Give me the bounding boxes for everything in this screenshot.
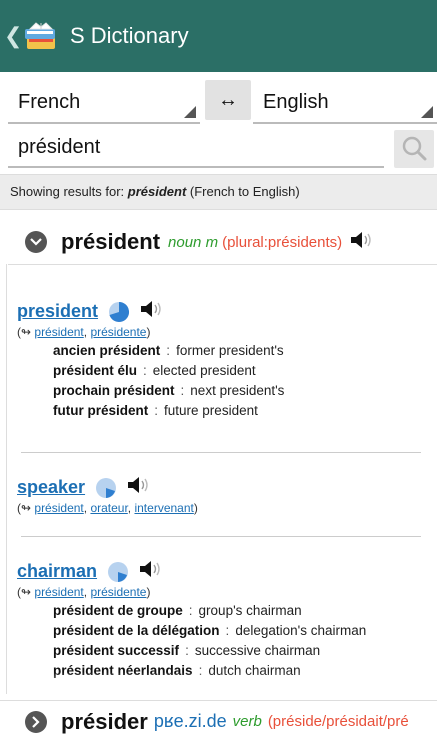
example-line: président successif: successive chairman [53, 643, 321, 658]
next-entry-pronunciation: pʁe.zi.de [153, 711, 227, 731]
translation-word[interactable]: president [17, 301, 98, 322]
scroll-fade [7, 672, 433, 694]
frequency-pie-icon [108, 301, 130, 323]
dropdown-triangle-icon [184, 106, 196, 118]
translation-item: president (↬ président, présidente) anci… [17, 300, 417, 419]
synonym-link[interactable]: président [34, 585, 83, 599]
search-button[interactable] [394, 130, 434, 168]
frequency-pie-icon [107, 561, 129, 583]
translation-item: chairman (↬ président, présidente) prési… [17, 560, 417, 679]
search-icon [394, 136, 434, 172]
example-line: futur président: future president [53, 403, 258, 418]
results-info-bar: Showing results for: président (French t… [0, 174, 437, 210]
results-term: président [127, 184, 187, 199]
synonym-link[interactable]: présidente [90, 325, 146, 339]
example-line: président élu: elected president [53, 363, 256, 378]
results-prefix: Showing results for: [10, 184, 128, 199]
language-selector-row: French ↔ English [8, 80, 437, 124]
example-line: président de groupe: group's chairman [53, 603, 302, 618]
translation-word[interactable]: chairman [17, 561, 97, 582]
back-chevron-icon[interactable]: ❮ [4, 23, 22, 49]
speaker-icon[interactable] [139, 560, 165, 583]
entry-headword: président [61, 229, 161, 254]
synonym-link[interactable]: intervenant [134, 501, 193, 515]
example-line: président de la délégation: delegation's … [53, 623, 367, 638]
entry-plural: (plural:présidents) [222, 233, 343, 251]
target-language-label: English [263, 91, 329, 113]
example-line: prochain président: next president's [53, 383, 285, 398]
results-suffix: (French to English) [186, 184, 300, 199]
example-line: ancien président: former president's [53, 343, 284, 358]
source-language-label: French [18, 91, 81, 113]
synonyms: (↬ président, présidente) [17, 585, 151, 599]
search-row [8, 128, 437, 170]
speaker-icon[interactable] [350, 231, 376, 254]
synonyms: (↬ président, orateur, intervenant) [17, 501, 198, 515]
translation-item: speaker (↬ président, orateur, intervena… [17, 476, 417, 515]
source-language-select[interactable]: French [8, 80, 200, 124]
frequency-pie-icon [95, 477, 117, 499]
synonyms: (↬ président, présidente) [17, 325, 151, 339]
synonym-link[interactable]: président [34, 501, 83, 515]
chevron-right-icon[interactable] [25, 710, 47, 733]
chevron-down-icon[interactable] [25, 231, 47, 253]
translations-panel: president (↬ président, présidente) anci… [6, 264, 433, 694]
search-input[interactable] [8, 128, 384, 168]
entry-pos: noun m [168, 233, 219, 251]
target-language-select[interactable]: English [253, 80, 437, 124]
swap-languages-button[interactable]: ↔ [205, 80, 251, 120]
synonym-link[interactable]: orateur [90, 501, 127, 515]
app-bar: ❮ S Dictionary [0, 0, 437, 72]
next-entry-headword: présider [61, 708, 148, 734]
app-title: S Dictionary [70, 23, 189, 48]
translation-word[interactable]: speaker [17, 477, 85, 498]
speaker-icon[interactable] [127, 476, 153, 499]
speaker-icon[interactable] [140, 300, 166, 323]
divider [21, 536, 421, 537]
synonym-link[interactable]: président [34, 325, 83, 339]
divider [21, 452, 421, 453]
dropdown-triangle-icon [421, 106, 433, 118]
synonym-link[interactable]: présidente [90, 585, 146, 599]
next-entry-pos: verb [232, 713, 262, 730]
next-entry-forms: (préside/présidait/pré [267, 713, 409, 730]
book-logo-icon [22, 19, 60, 53]
next-entry-header[interactable]: présider pʁe.zi.de verb (préside/présida… [0, 700, 437, 742]
entry-header[interactable]: président noun m (plural:présidents) [0, 222, 437, 262]
